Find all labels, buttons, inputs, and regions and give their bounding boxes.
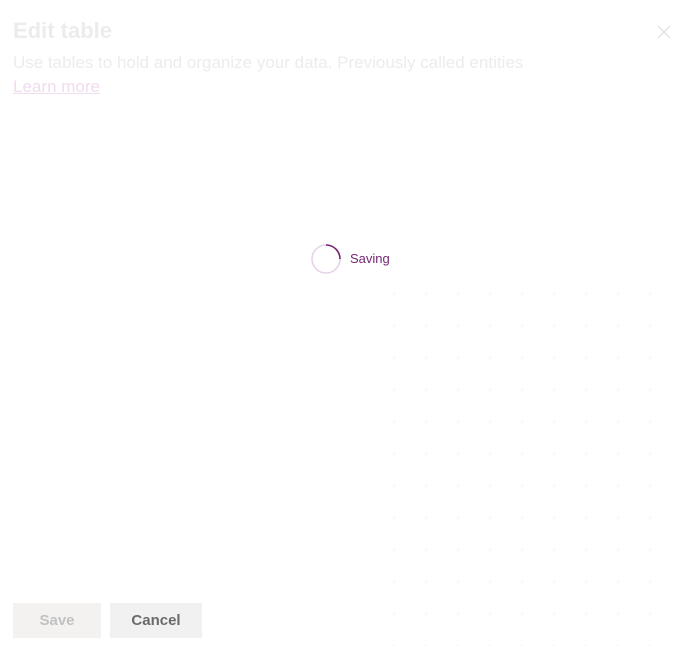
save-button[interactable]: Save — [13, 603, 101, 638]
background-dot-pattern — [378, 278, 678, 646]
close-button[interactable] — [652, 20, 676, 44]
panel-title: Edit table — [13, 18, 113, 43]
cancel-button[interactable]: Cancel — [110, 603, 202, 638]
spinner-icon — [310, 243, 342, 275]
edit-table-panel: Edit table Use tables to hold and organi… — [0, 0, 678, 646]
saving-indicator: Saving — [310, 243, 390, 275]
learn-more-link[interactable]: Learn more — [13, 76, 100, 98]
panel-description: Use tables to hold and organize your dat… — [13, 53, 524, 72]
saving-label: Saving — [350, 251, 390, 266]
close-icon — [652, 20, 676, 44]
